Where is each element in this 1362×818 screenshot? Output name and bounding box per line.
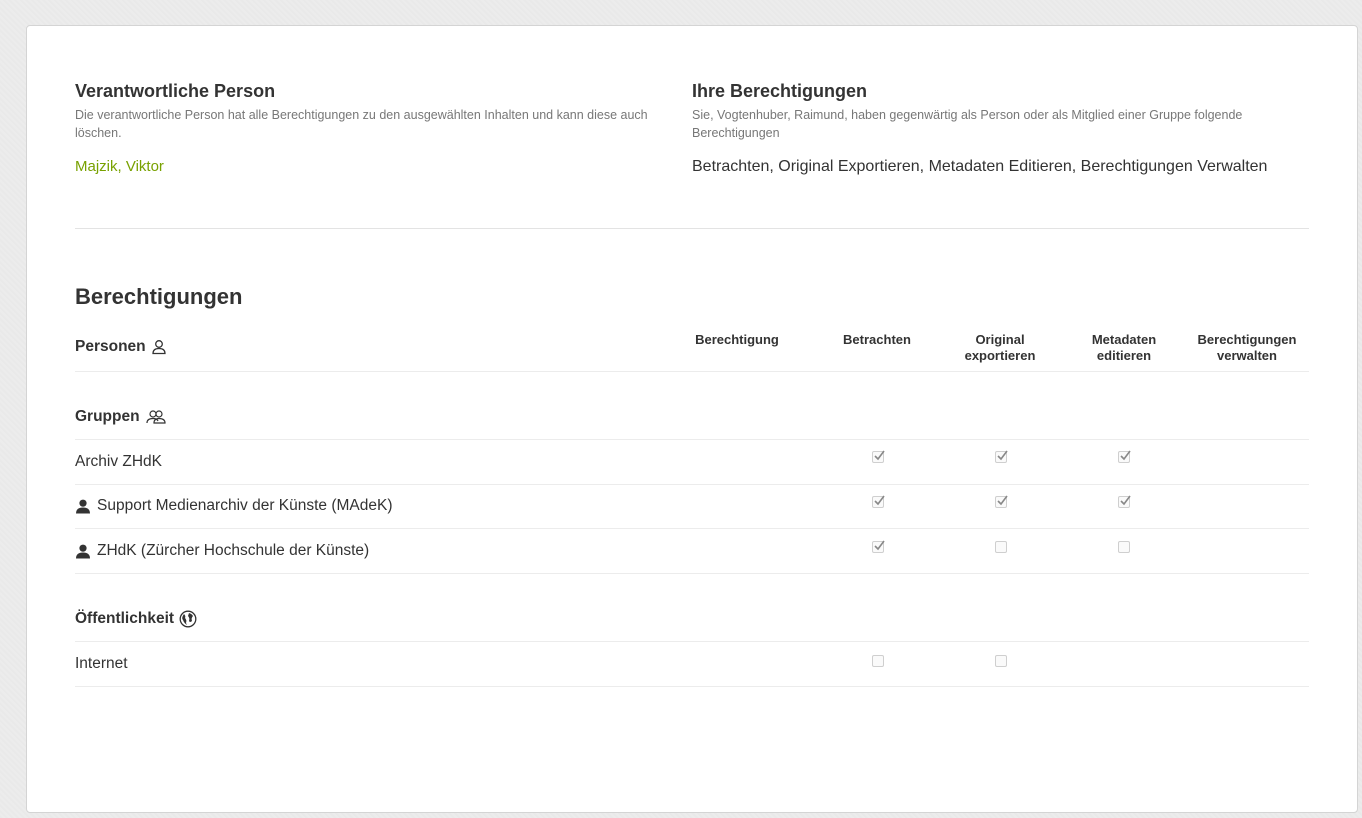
- checkbox-view-support[interactable]: [872, 495, 885, 508]
- public-header: Öffentlichkeit: [75, 610, 197, 628]
- your-permissions-list: Betrachten, Original Exportieren, Metada…: [692, 158, 1268, 175]
- col-manage-line1: Berechtigungen: [1197, 332, 1297, 347]
- row-line: [75, 439, 1309, 440]
- row-line: [75, 484, 1309, 485]
- owner-description: Die verantwortliche Person hat alle Bere…: [75, 108, 648, 140]
- group-outline-icon: [145, 409, 167, 425]
- group-row-zhdk: ZHdK (Zürcher Hochschule der Künste): [75, 542, 369, 560]
- group-name: Archiv ZHdK: [75, 453, 162, 470]
- header-line: [75, 371, 1309, 372]
- row-line: [75, 686, 1309, 687]
- col-export-line2: exportieren: [964, 348, 1036, 363]
- public-label: Öffentlichkeit: [75, 610, 175, 627]
- col-view: Betrachten: [843, 332, 911, 347]
- public-row-internet: Internet: [75, 655, 128, 673]
- checkbox-view-internet[interactable]: [872, 655, 884, 667]
- person-outline-icon: [151, 339, 167, 355]
- checkbox-view-archiv[interactable]: [872, 450, 885, 463]
- groups-header: Gruppen: [75, 408, 167, 426]
- owner-title: Verantwortliche Person: [75, 81, 276, 101]
- col-manage: Berechtigungen verwalten: [1187, 332, 1307, 364]
- checkbox-export-zhdk[interactable]: [995, 541, 1007, 553]
- checkbox-edit-zhdk[interactable]: [1118, 541, 1130, 553]
- group-name: Support Medienarchiv der Künste (MAdeK): [97, 497, 393, 514]
- group-row-archiv: Archiv ZHdK: [75, 453, 162, 471]
- col-edit: Metadaten editieren: [1069, 332, 1179, 364]
- group-row-support: Support Medienarchiv der Künste (MAdeK): [75, 497, 393, 515]
- col-export-line1: Original: [975, 332, 1025, 347]
- row-line: [75, 573, 1309, 574]
- persons-label: Personen: [75, 338, 146, 355]
- col-edit-line1: Metadaten: [1091, 332, 1157, 347]
- groups-label: Gruppen: [75, 408, 140, 425]
- col-export: Original exportieren: [945, 332, 1055, 364]
- checkbox-export-archiv[interactable]: [995, 450, 1008, 463]
- permissions-card: Verantwortliche Person Die verantwortlic…: [26, 25, 1358, 813]
- person-filled-icon: [75, 544, 91, 559]
- section-divider: [75, 228, 1309, 229]
- col-permission: Berechtigung: [695, 332, 779, 347]
- persons-header: Personen: [75, 338, 167, 356]
- checkbox-export-internet[interactable]: [995, 655, 1007, 667]
- permissions-title: Berechtigungen: [75, 284, 243, 309]
- row-line: [75, 641, 1309, 642]
- public-name: Internet: [75, 655, 128, 672]
- your-permissions-title: Ihre Berechtigungen: [692, 81, 868, 101]
- checkbox-view-zhdk[interactable]: [872, 540, 885, 553]
- owner-name-link[interactable]: Majzik, Viktor: [75, 158, 164, 175]
- checkbox-edit-support[interactable]: [1118, 495, 1131, 508]
- col-manage-line2: verwalten: [1217, 348, 1277, 363]
- person-filled-icon: [75, 499, 91, 514]
- checkbox-edit-archiv[interactable]: [1118, 450, 1131, 463]
- row-line: [75, 528, 1309, 529]
- col-edit-line2: editieren: [1096, 348, 1152, 363]
- group-name: ZHdK (Zürcher Hochschule der Künste): [97, 542, 370, 559]
- globe-icon: [179, 610, 197, 628]
- checkbox-export-support[interactable]: [995, 495, 1008, 508]
- your-permissions-description: Sie, Vogtenhuber, Raimund, haben gegenwä…: [692, 108, 1243, 140]
